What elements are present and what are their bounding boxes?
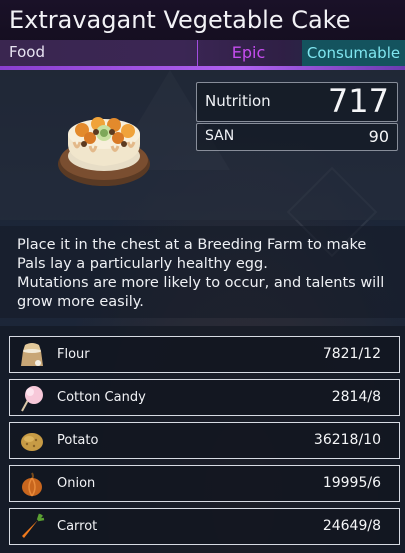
flour-icon xyxy=(21,343,43,366)
onion-icon xyxy=(22,472,42,497)
ingredient-name: Potato xyxy=(57,433,99,448)
san-value: 90 xyxy=(368,127,389,146)
rarity-label: Epic xyxy=(197,40,299,66)
ingredient-count: 7821/12 xyxy=(322,346,381,362)
nutrition-stat: Nutrition 717 xyxy=(196,82,398,122)
carrot-icon xyxy=(22,513,45,538)
description-panel: Place it in the chest at a Breeding Farm… xyxy=(0,226,405,318)
ingredient-name: Flour xyxy=(57,347,90,362)
ingredient-row-carrot: Carrot 24649/8 xyxy=(9,508,400,545)
item-title: Extravagant Vegetable Cake xyxy=(9,6,351,34)
ingredient-count: 19995/6 xyxy=(322,475,381,491)
item-description: Place it in the chest at a Breeding Farm… xyxy=(17,237,385,310)
ingredient-list: Flour 7821/12 Cotton Candy 2814/8 Potato… xyxy=(0,326,405,553)
ingredient-row-flour: Flour 7821/12 xyxy=(9,336,400,373)
nutrition-label: Nutrition xyxy=(205,92,271,110)
nutrition-value: 717 xyxy=(327,82,389,120)
category-label: Food xyxy=(9,43,45,61)
ingredient-name: Carrot xyxy=(57,519,98,534)
ingredient-row-onion: Onion 19995/6 xyxy=(9,465,400,502)
ingredient-name: Cotton Candy xyxy=(57,390,146,405)
ingredient-count: 24649/8 xyxy=(322,518,381,534)
potato-icon xyxy=(21,433,43,451)
ingredient-row-cotton-candy: Cotton Candy 2814/8 xyxy=(9,379,400,416)
ingredient-name: Onion xyxy=(57,476,96,491)
san-stat: SAN 90 xyxy=(196,123,398,151)
type-label: Consumable xyxy=(302,40,405,66)
cotton-candy-icon xyxy=(21,386,43,412)
ingredient-count: 36218/10 xyxy=(313,432,381,448)
category-bar: Food Epic Consumable xyxy=(0,40,405,66)
ingredient-row-potato: Potato 36218/10 xyxy=(9,422,400,459)
san-label: SAN xyxy=(205,128,235,144)
cake-icon xyxy=(58,117,150,186)
ingredient-count: 2814/8 xyxy=(331,389,381,405)
item-header: Extravagant Vegetable Cake Food Epic Con… xyxy=(0,0,405,66)
